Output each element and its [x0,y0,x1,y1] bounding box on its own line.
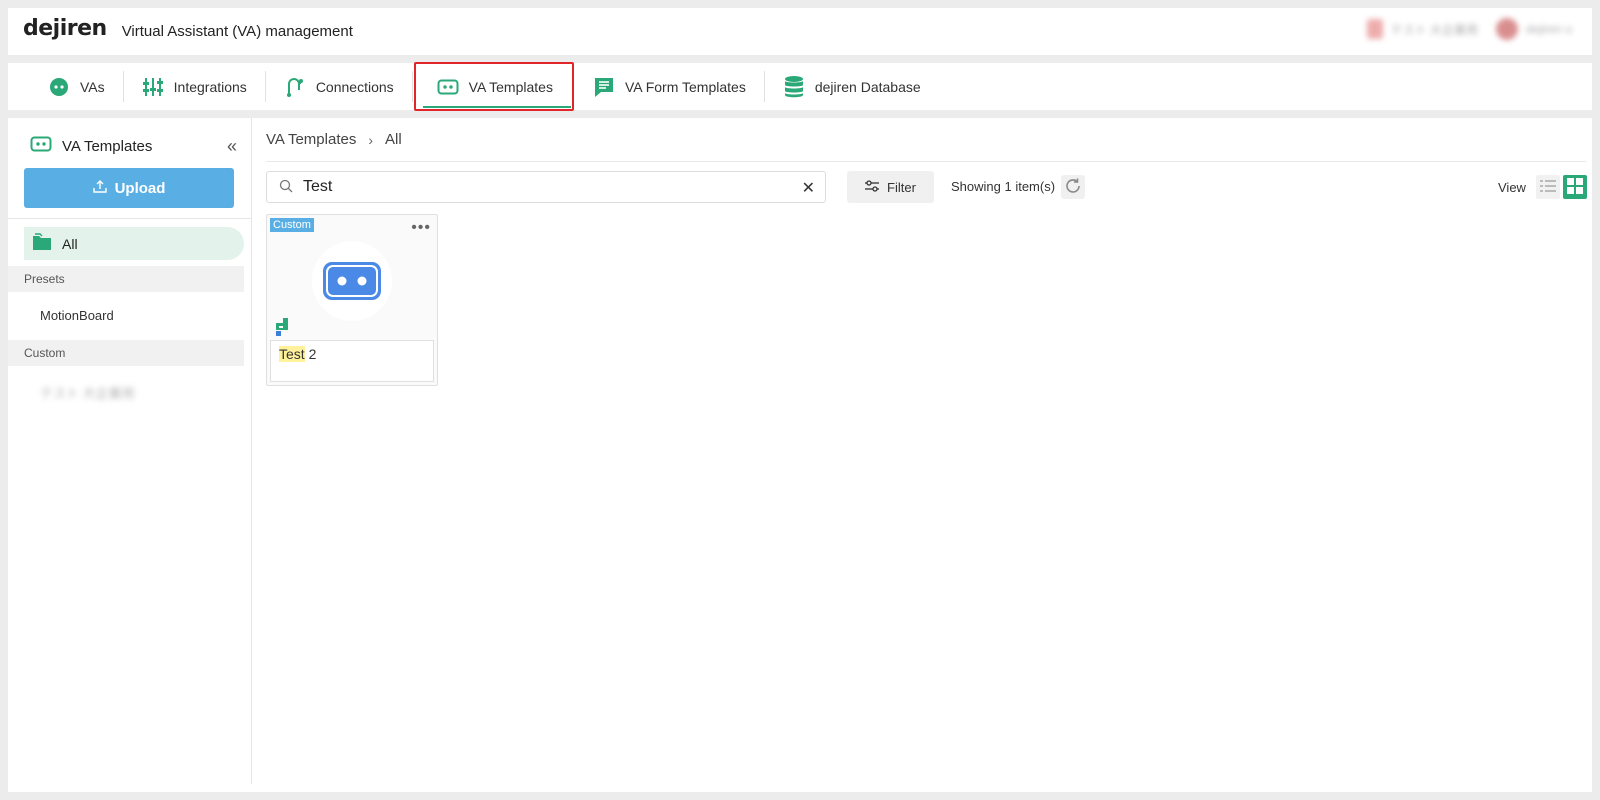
tab-connections-label: Connections [315,78,394,95]
template-name-rest: 2 [304,346,317,362]
template-icon [30,136,52,156]
result-count: Showing 1 item(s) [951,179,1056,194]
list-view-icon [1540,179,1556,196]
upload-icon [92,179,107,197]
refresh-icon [1064,177,1082,198]
template-card[interactable]: Custom ••• Test 2 [266,214,438,386]
main-panel: VA Templates « Upload All Presets Motion… [8,118,1592,792]
user-name: dejiren u [1525,22,1572,36]
tab-dejiren-database[interactable]: dejiren Database [765,63,939,110]
template-name: Test 2 [270,340,434,382]
sidebar-item-all[interactable]: All [24,227,244,260]
app-header: dejiren Virtual Assistant (VA) managemen… [8,8,1592,55]
account-icon [1366,19,1383,39]
custom-section-header: Custom [8,340,244,366]
sidebar-item-all-label: All [62,235,78,252]
content-area: VA Templates › All ✕ Filter Showing 1 it… [266,118,1587,386]
account-name: テスト 大企業用 [1390,22,1478,37]
tab-va-templates-label: VA Templates [468,78,553,95]
tab-dejiren-database-label: dejiren Database [814,78,921,95]
dejiren-logo[interactable]: dejiren [23,16,107,41]
search-input[interactable] [303,178,773,196]
sidebar: VA Templates « Upload All Presets Motion… [8,118,252,784]
refresh-button[interactable] [1061,175,1085,199]
account-switcher[interactable]: テスト 大企業用 [1366,19,1478,39]
clear-search-icon[interactable]: ✕ [802,178,815,198]
filter-label: Filter [887,179,916,195]
tab-vas[interactable]: VAs [30,63,123,110]
presets-section-header: Presets [8,266,244,292]
app-title: Virtual Assistant (VA) management [121,23,353,40]
chevron-right-icon: › [368,131,374,148]
search-highlight: Test [279,346,305,362]
more-options-icon[interactable]: ••• [411,219,431,237]
template-avatar [312,241,392,321]
collapse-sidebar-icon[interactable]: « [227,136,237,157]
list-view-button[interactable] [1536,175,1560,199]
va-template-robot-icon [323,262,381,300]
breadcrumb: VA Templates › All [266,118,1586,162]
connection-icon [284,76,306,98]
template-icon [437,76,459,98]
sidebar-title: VA Templates [62,137,153,155]
folder-icon [32,233,52,254]
tab-connections[interactable]: Connections [266,63,412,110]
sidebar-item-motionboard[interactable]: MotionBoard [40,308,114,323]
grid-view-button[interactable] [1563,175,1587,199]
breadcrumb-va-templates[interactable]: VA Templates [266,131,356,148]
tab-va-templates[interactable]: VA Templates [413,61,575,112]
tab-vas-label: VAs [80,78,105,95]
search-icon [279,179,293,196]
filter-icon [865,179,880,195]
upload-label: Upload [114,179,166,197]
grid-view-icon [1567,177,1583,197]
breadcrumb-all: All [385,131,402,148]
database-icon [783,75,805,98]
sidebar-divider [8,218,252,219]
form-icon [593,76,615,98]
filter-button[interactable]: Filter [847,171,934,203]
tab-va-form-templates-label: VA Form Templates [624,78,746,95]
view-label: View [1498,180,1526,195]
dejiren-mini-logo-icon [274,318,290,339]
toolbar: ✕ Filter Showing 1 item(s) View [266,171,1587,203]
main-tabs: VAs Integrations Connections VA Template… [8,61,1592,112]
user-menu[interactable]: dejiren u [1495,18,1572,40]
sliders-icon [142,76,164,98]
custom-badge: Custom [270,218,314,232]
tab-va-form-templates[interactable]: VA Form Templates [575,63,764,110]
sidebar-item-custom-folder[interactable]: テスト 大企業用 [40,383,135,402]
search-box: ✕ [266,171,826,203]
sidebar-header: VA Templates [8,118,251,174]
tab-integrations[interactable]: Integrations [124,63,265,110]
user-avatar [1495,18,1518,40]
upload-button[interactable]: Upload [24,168,234,208]
va-face-icon [48,76,70,98]
header-account-area: テスト 大企業用 dejiren u [1366,18,1572,40]
tab-integrations-label: Integrations [173,78,247,95]
